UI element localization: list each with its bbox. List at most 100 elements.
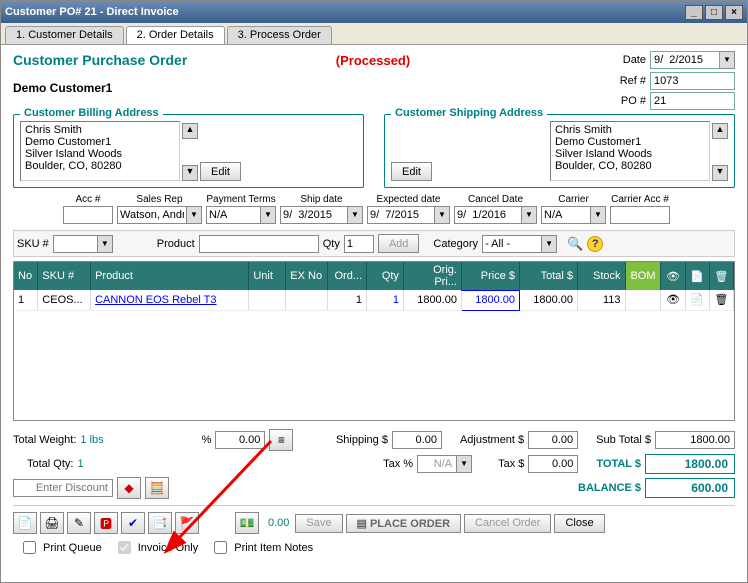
check-icon[interactable]: ✔ <box>121 512 145 534</box>
grid-header: No SKU # Product Unit EX No Ord... Qty O… <box>14 262 734 290</box>
tab-strip: 1. Customer Details 2. Order Details 3. … <box>1 23 747 45</box>
cancel-date-field[interactable] <box>454 206 522 224</box>
acc-field[interactable] <box>63 206 113 224</box>
taxpct-label: Tax % <box>383 458 413 470</box>
eye-icon[interactable] <box>661 262 685 290</box>
adj-field[interactable] <box>528 431 578 449</box>
close-order-button[interactable]: Close <box>554 514 604 533</box>
taxpct-dropdown[interactable]: ▼ <box>457 455 472 473</box>
billing-edit-button[interactable]: Edit <box>200 162 241 181</box>
pct-apply-button[interactable]: ≡ <box>269 429 293 451</box>
print-notes-check[interactable]: Print Item Notes <box>210 538 313 557</box>
sku-field[interactable] <box>53 235 98 253</box>
product-link[interactable]: CANNON EOS Rebel T3 <box>91 290 249 310</box>
scroll-down-icon[interactable]: ▼ <box>712 165 728 181</box>
maximize-button[interactable]: □ <box>705 5 723 20</box>
shipping-edit-button[interactable]: Edit <box>391 162 432 181</box>
billing-group: Customer Billing Address Chris Smith Dem… <box>13 114 364 188</box>
exp-date-field[interactable] <box>367 206 435 224</box>
cancel-order-button[interactable]: Cancel Order <box>464 514 551 533</box>
scroll-down-icon[interactable]: ▼ <box>182 165 198 181</box>
edit-icon[interactable]: ✎ <box>67 512 91 534</box>
shipping-legend: Customer Shipping Address <box>391 107 547 119</box>
carrier-dropdown[interactable]: ▼ <box>591 206 606 224</box>
row-eye-icon[interactable] <box>661 290 685 310</box>
ship-date-label: Ship date <box>300 194 342 205</box>
place-order-button[interactable]: ▤ PLACE ORDER <box>346 514 462 533</box>
taxpct-field[interactable] <box>417 455 457 473</box>
cash-icon[interactable]: 💵 <box>235 512 259 534</box>
ship-date-field[interactable] <box>280 206 348 224</box>
close-button[interactable]: × <box>725 5 743 20</box>
tax-field[interactable] <box>528 455 578 473</box>
carrier-label: Carrier <box>558 194 589 205</box>
adj-label: Adjustment $ <box>460 434 524 446</box>
print-icon[interactable]: 🖨 <box>40 512 64 534</box>
ref-label: Ref # <box>606 75 646 87</box>
discount-field[interactable] <box>13 479 113 497</box>
search-icon[interactable]: 🔍 <box>567 236 583 252</box>
save-button[interactable]: Save <box>295 514 342 533</box>
page-icon[interactable] <box>685 262 709 290</box>
qty-label: Qty <box>323 238 340 250</box>
tab-process-order[interactable]: 3. Process Order <box>227 26 332 44</box>
date-field[interactable] <box>650 51 720 69</box>
exp-date-label: Expected date <box>377 194 441 205</box>
scroll-up-icon[interactable]: ▲ <box>182 123 198 139</box>
pct-field[interactable] <box>215 431 265 449</box>
customer-name: Demo Customer1 <box>13 81 112 95</box>
trash-icon[interactable] <box>709 262 733 290</box>
copy-icon[interactable]: 📑 <box>148 512 172 534</box>
rep-dropdown[interactable]: ▼ <box>187 206 202 224</box>
table-row[interactable]: 1 CEOS... CANNON EOS Rebel T3 1 1 1800.0… <box>14 290 734 310</box>
invoice-only-check[interactable]: Invoice Only <box>114 538 199 557</box>
po-field[interactable] <box>650 92 735 110</box>
carrier-field[interactable] <box>541 206 591 224</box>
ref-field[interactable] <box>650 72 735 90</box>
category-field[interactable] <box>482 235 542 253</box>
cancel-date-dropdown[interactable]: ▼ <box>522 206 537 224</box>
terms-dropdown[interactable]: ▼ <box>261 206 276 224</box>
scroll-up-icon[interactable]: ▲ <box>712 123 728 139</box>
terms-field[interactable] <box>206 206 261 224</box>
add-button[interactable]: Add <box>378 234 420 253</box>
category-dropdown[interactable]: ▼ <box>542 235 557 253</box>
help-icon[interactable]: ? <box>587 236 603 252</box>
carrier-acc-field[interactable] <box>610 206 670 224</box>
ship-date-dropdown[interactable]: ▼ <box>348 206 363 224</box>
print-queue-check[interactable]: Print Queue <box>19 538 102 557</box>
discount-clear-button[interactable]: ◆ <box>117 477 141 499</box>
cancel-date-label: Cancel Date <box>468 194 523 205</box>
qty-field[interactable] <box>344 235 374 253</box>
sku-dropdown[interactable]: ▼ <box>98 235 113 253</box>
window-title: Customer PO# 21 - Direct Invoice <box>5 6 683 18</box>
items-grid: No SKU # Product Unit EX No Ord... Qty O… <box>13 261 735 421</box>
shipping-address[interactable]: Chris Smith Demo Customer1 Silver Island… <box>550 121 710 181</box>
total-label: TOTAL $ <box>596 458 641 470</box>
tab-customer-details[interactable]: 1. Customer Details <box>5 26 124 44</box>
rep-field[interactable] <box>117 206 187 224</box>
carrier-acc-label: Carrier Acc # <box>611 194 669 205</box>
row-trash-icon[interactable] <box>709 290 733 310</box>
date-dropdown[interactable]: ▼ <box>720 51 735 69</box>
export-icon[interactable]: 📄 <box>13 512 37 534</box>
discount-calc-button[interactable]: 🧮 <box>145 477 169 499</box>
sku-label: SKU # <box>17 238 49 250</box>
row-page-icon[interactable] <box>685 290 709 310</box>
minimize-button[interactable]: _ <box>685 5 703 20</box>
balance-value: 600.00 <box>645 478 735 498</box>
weight-label: Total Weight: <box>13 434 76 446</box>
product-field[interactable] <box>199 235 319 253</box>
pdf-icon[interactable]: 🅿 <box>94 512 118 534</box>
terms-label: Payment Terms <box>206 194 275 205</box>
billing-address[interactable]: Chris Smith Demo Customer1 Silver Island… <box>20 121 180 181</box>
exp-date-dropdown[interactable]: ▼ <box>435 206 450 224</box>
page-title: Customer Purchase Order <box>13 52 273 68</box>
date-label: Date <box>623 54 646 66</box>
flag-icon[interactable]: 🚩 <box>175 512 199 534</box>
subtotal-field <box>655 431 735 449</box>
po-label: PO # <box>606 95 646 107</box>
tab-order-details[interactable]: 2. Order Details <box>126 26 225 44</box>
shipping-field[interactable] <box>392 431 442 449</box>
totalqty-value: 1 <box>77 458 83 470</box>
